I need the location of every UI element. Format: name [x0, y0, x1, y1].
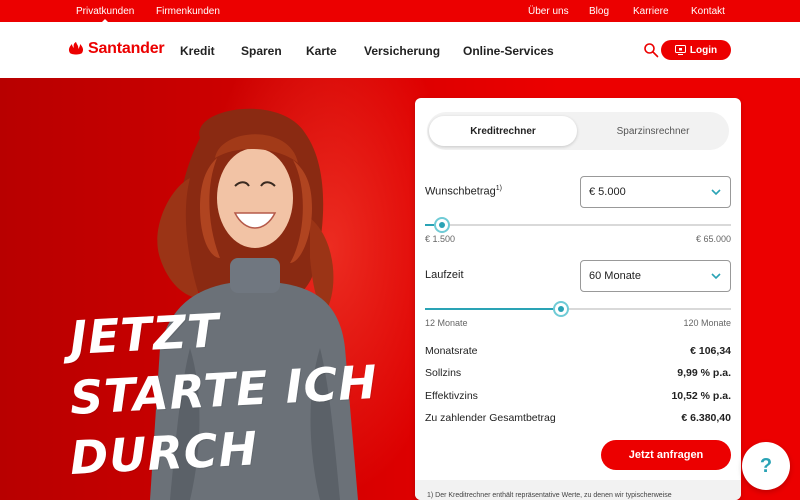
- amount-max-label: € 65.000: [695, 234, 731, 244]
- nav-online-services[interactable]: Online-Services: [463, 44, 554, 58]
- duration-select[interactable]: 60 Monate: [580, 260, 731, 292]
- amount-value: € 5.000: [589, 186, 626, 198]
- top-bar: Privatkunden Firmenkunden Über uns Blog …: [0, 0, 800, 22]
- footnote-text: 1) Der Kreditrechner enthält repräsentat…: [427, 492, 672, 499]
- amount-slider[interactable]: [425, 217, 731, 233]
- footnote-area: 1) Der Kreditrechner enthält repräsentat…: [415, 480, 741, 500]
- duration-slider-fill: [425, 308, 561, 310]
- flame-icon: [68, 42, 84, 55]
- segment-privatkunden[interactable]: Privatkunden: [76, 6, 134, 17]
- calculator-tabs: Kreditrechner Sparzinsrechner: [427, 112, 729, 150]
- login-label: Login: [689, 44, 718, 56]
- result-row-gesamtbetrag: Zu zahlender Gesamtbetrag € 6.380,40: [425, 412, 731, 424]
- amount-min-label: € 1.500: [425, 234, 456, 244]
- credit-calculator-card: Kreditrechner Sparzinsrechner Wunschbetr…: [415, 98, 741, 500]
- result-value: 9,99 % p.a.: [677, 367, 731, 379]
- amount-slider-handle[interactable]: [433, 217, 450, 233]
- nav-kredit[interactable]: Kredit: [180, 44, 215, 58]
- result-label: Effektivzins: [425, 390, 478, 402]
- amount-label-text: Wunschbetrag: [425, 185, 496, 198]
- result-label: Sollzins: [425, 367, 462, 379]
- segment-firmenkunden[interactable]: Firmenkunden: [156, 6, 220, 17]
- duration-max-label: 120 Monate: [683, 318, 731, 328]
- link-kontakt[interactable]: Kontakt: [691, 6, 725, 17]
- link-blog[interactable]: Blog: [589, 6, 609, 17]
- result-row-sollzins: Sollzins 9,99 % p.a.: [425, 367, 731, 379]
- result-value: 10,52 % p.a.: [671, 390, 731, 402]
- search-icon[interactable]: [643, 42, 659, 58]
- duration-slider[interactable]: [425, 301, 731, 317]
- duration-min-label: 12 Monate: [425, 318, 468, 328]
- nav-karte[interactable]: Karte: [306, 44, 337, 58]
- duration-label: Laufzeit: [425, 269, 464, 281]
- result-label: Zu zahlender Gesamtbetrag: [425, 412, 556, 424]
- link-ueber-uns[interactable]: Über uns: [528, 6, 569, 17]
- logo-text: Santander: [88, 40, 165, 57]
- request-button[interactable]: Jetzt anfragen: [601, 440, 731, 470]
- duration-slider-handle[interactable]: [552, 301, 569, 317]
- amount-footnote-mark: 1): [495, 185, 502, 192]
- result-row-effektivzins: Effektivzins 10,52 % p.a.: [425, 390, 731, 402]
- help-button[interactable]: ?: [742, 442, 790, 490]
- nav-sparen[interactable]: Sparen: [241, 44, 282, 58]
- monitor-lock-icon: [674, 45, 686, 55]
- result-row-monatsrate: Monatsrate € 106,34: [425, 345, 731, 357]
- chevron-down-icon: [711, 273, 721, 280]
- hero-headline: JETZT STARTE ICH DURCH: [69, 303, 379, 488]
- nav-versicherung[interactable]: Versicherung: [364, 44, 440, 58]
- tab-kreditrechner[interactable]: Kreditrechner: [429, 116, 577, 146]
- tab-sparzinsrechner[interactable]: Sparzinsrechner: [579, 116, 727, 146]
- result-value: € 6.380,40: [681, 412, 731, 424]
- main-header: Santander Kredit Sparen Karte Versicheru…: [0, 22, 800, 78]
- result-value: € 106,34: [690, 345, 731, 357]
- login-button[interactable]: Login: [661, 40, 731, 60]
- amount-label: Wunschbetrag1): [425, 185, 502, 198]
- question-mark-icon: ?: [759, 454, 773, 477]
- chevron-down-icon: [711, 189, 721, 196]
- amount-select[interactable]: € 5.000: [580, 176, 731, 208]
- duration-value: 60 Monate: [589, 270, 641, 282]
- result-label: Monatsrate: [425, 345, 478, 357]
- santander-logo[interactable]: Santander: [68, 40, 165, 58]
- link-karriere[interactable]: Karriere: [633, 6, 669, 17]
